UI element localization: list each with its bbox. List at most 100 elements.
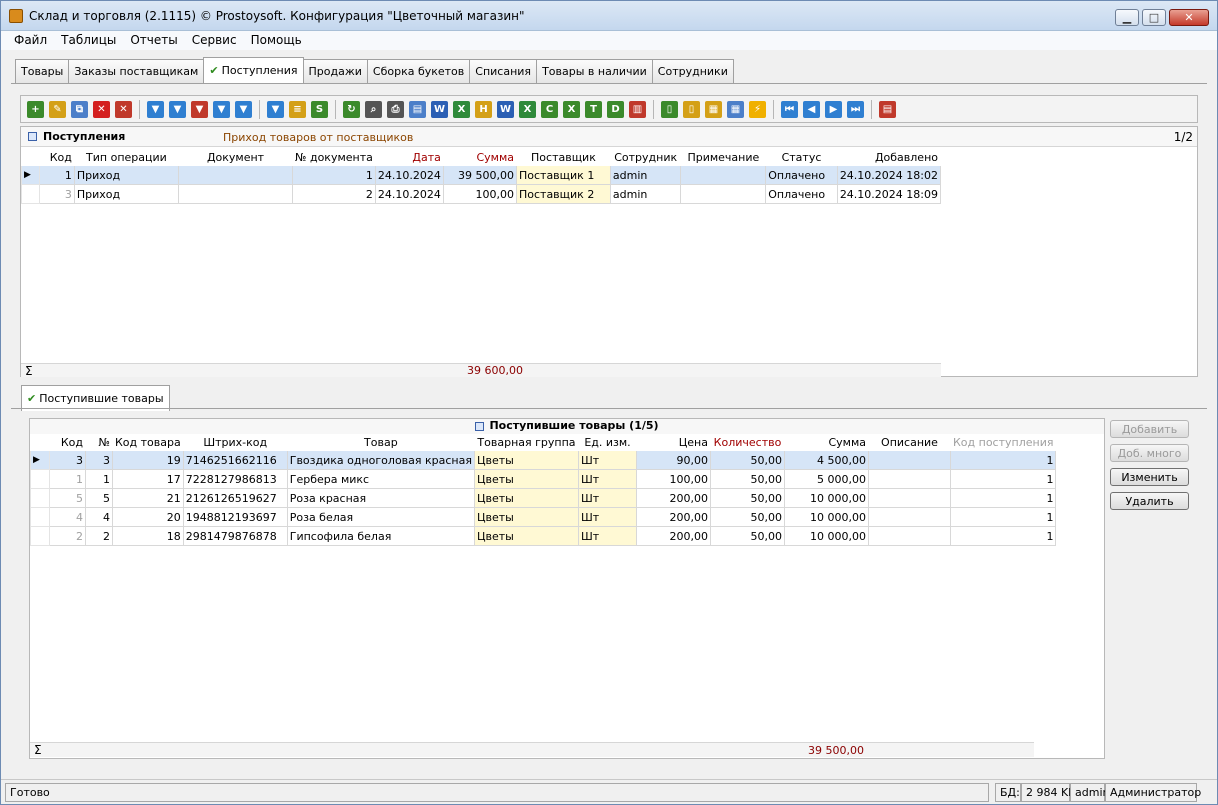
column-header[interactable]: Примечание — [680, 149, 767, 166]
refresh-icon[interactable]: ↻ — [343, 100, 360, 118]
column-header[interactable]: Описание — [867, 434, 951, 451]
cell-date[interactable]: 24.10.2024 — [374, 184, 444, 204]
cell-group[interactable]: Цветы — [473, 488, 579, 508]
sql-icon[interactable]: S — [311, 100, 328, 118]
cell-desc[interactable] — [867, 507, 951, 527]
cell-name[interactable]: Гипсофила белая — [286, 526, 475, 546]
cell-qty[interactable]: 50,00 — [709, 450, 785, 470]
table2-icon[interactable]: ▦ — [727, 100, 744, 118]
cell-sum[interactable]: 10 000,00 — [783, 526, 869, 546]
table-row[interactable]: 3 Приход 2 24.10.2024 100,00 Поставщик 2 admin… — [20, 184, 942, 204]
maximize-button[interactable]: □ — [1142, 9, 1166, 26]
cell-code[interactable]: 5 — [49, 488, 86, 508]
column-header[interactable]: Товар — [286, 434, 475, 451]
cell-qty[interactable]: 50,00 — [709, 469, 785, 489]
tab-1[interactable]: Заказы поставщикам — [68, 59, 205, 83]
export-excel-icon[interactable]: X — [453, 100, 470, 118]
cell-unit[interactable]: Шт — [577, 488, 637, 508]
cell-desc[interactable] — [867, 488, 951, 508]
menu-tables[interactable]: Таблицы — [54, 31, 123, 50]
last-icon[interactable]: ⏭ — [847, 100, 864, 118]
column-header[interactable]: Статус — [765, 149, 838, 166]
cell-doc[interactable] — [178, 184, 294, 204]
tab-2[interactable]: ✔ Поступления — [203, 57, 304, 83]
cell-added[interactable]: 24.10.2024 18:02 — [836, 165, 942, 185]
cell-n[interactable]: 3 — [85, 450, 113, 470]
filter-clear-icon[interactable]: ▼ — [169, 100, 186, 118]
tab-6[interactable]: Товары в наличии — [536, 59, 653, 83]
columns-icon[interactable]: ▤ — [879, 100, 896, 118]
chart-icon[interactable]: ▥ — [629, 100, 646, 118]
cell-sum[interactable]: 10 000,00 — [783, 488, 869, 508]
cell-pcode[interactable]: 20 — [112, 507, 184, 527]
cell-group[interactable]: Цветы — [473, 507, 579, 527]
print-icon[interactable]: ⎙ — [387, 100, 404, 118]
column-header[interactable]: Код — [49, 434, 86, 451]
tab-5[interactable]: Списания — [469, 59, 538, 83]
column-header[interactable]: Код товара — [112, 434, 184, 451]
cell-sum[interactable]: 10 000,00 — [783, 507, 869, 527]
column-header[interactable]: Сумма — [442, 149, 517, 166]
doc2-icon[interactable]: ▯ — [683, 100, 700, 118]
cell-type[interactable]: Приход — [73, 184, 180, 204]
minimize-button[interactable]: ▁ — [1115, 9, 1139, 26]
cell-barcode[interactable]: 7228127986813 — [182, 469, 288, 489]
add-icon[interactable]: + — [27, 100, 44, 118]
column-header[interactable]: Сумма — [783, 434, 869, 451]
cell-name[interactable]: Гербера микс — [286, 469, 475, 489]
filter-group-icon[interactable]: ▼ — [267, 100, 284, 118]
copy-icon[interactable]: ⧉ — [71, 100, 88, 118]
first-icon[interactable]: ⏮ — [781, 100, 798, 118]
cell-type[interactable]: Приход — [73, 165, 180, 185]
table-row[interactable]: 4 4 20 1948812193697 Роза белая Цветы Шт 200,00… — [30, 507, 1057, 527]
column-header[interactable]: № — [85, 434, 113, 451]
cell-barcode[interactable]: 2126126519627 — [182, 488, 288, 508]
cell-barcode[interactable]: 2981479876878 — [182, 526, 288, 546]
cell-name[interactable]: Гвоздика одноголовая красная — [286, 450, 475, 470]
cell-group[interactable]: Цветы — [473, 526, 579, 546]
cell-desc[interactable] — [867, 526, 951, 546]
cell-doc[interactable] — [178, 165, 294, 185]
delete-button[interactable]: Удалить — [1110, 492, 1189, 510]
filter-icon[interactable]: ▼ — [147, 100, 164, 118]
cell-qty[interactable]: 50,00 — [709, 507, 785, 527]
menu-reports[interactable]: Отчеты — [123, 31, 184, 50]
cell-note[interactable] — [680, 184, 767, 204]
doc-icon[interactable]: ▯ — [661, 100, 678, 118]
tab-7[interactable]: Сотрудники — [651, 59, 734, 83]
table-row[interactable]: ▶ 3 3 19 7146251662116 Гвоздика одноголовая к… — [30, 450, 1057, 470]
cell-rcode[interactable]: 1 — [949, 450, 1057, 470]
column-header[interactable]: Цена — [635, 434, 711, 451]
cell-employee[interactable]: admin — [609, 165, 682, 185]
column-header[interactable]: Количество — [709, 434, 785, 451]
column-header[interactable]: № документа — [292, 149, 376, 166]
cell-barcode[interactable]: 1948812193697 — [182, 507, 288, 527]
cell-n[interactable]: 5 — [85, 488, 113, 508]
cell-sum[interactable]: 5 000,00 — [783, 469, 869, 489]
cell-pcode[interactable]: 21 — [112, 488, 184, 508]
cell-code[interactable]: 1 — [49, 469, 86, 489]
cell-name[interactable]: Роза белая — [286, 507, 475, 527]
column-header[interactable]: Ед. изм. — [577, 434, 637, 451]
export-excel2-icon[interactable]: X — [519, 100, 536, 118]
close-button[interactable]: ✕ — [1169, 9, 1209, 26]
add-button[interactable]: Добавить — [1110, 420, 1189, 438]
cell-pcode[interactable]: 17 — [112, 469, 184, 489]
table-icon[interactable]: ▦ — [705, 100, 722, 118]
export-xml-icon[interactable]: X — [563, 100, 580, 118]
export-html-icon[interactable]: H — [475, 100, 492, 118]
column-header[interactable]: Дата — [374, 149, 444, 166]
cell-status[interactable]: Оплачено — [765, 184, 838, 204]
cell-employee[interactable]: admin — [609, 184, 682, 204]
lightning-icon[interactable]: ⚡ — [749, 100, 766, 118]
export-word-icon[interactable]: W — [431, 100, 448, 118]
cell-price[interactable]: 100,00 — [635, 469, 711, 489]
column-header[interactable]: Сотрудник — [609, 149, 682, 166]
cell-qty[interactable]: 50,00 — [709, 488, 785, 508]
edit-button[interactable]: Изменить — [1110, 468, 1189, 486]
export-dbf-icon[interactable]: D — [607, 100, 624, 118]
cell-price[interactable]: 200,00 — [635, 507, 711, 527]
cell-rcode[interactable]: 1 — [949, 526, 1057, 546]
cell-price[interactable]: 90,00 — [635, 450, 711, 470]
filter-edit-icon[interactable]: ▼ — [213, 100, 230, 118]
